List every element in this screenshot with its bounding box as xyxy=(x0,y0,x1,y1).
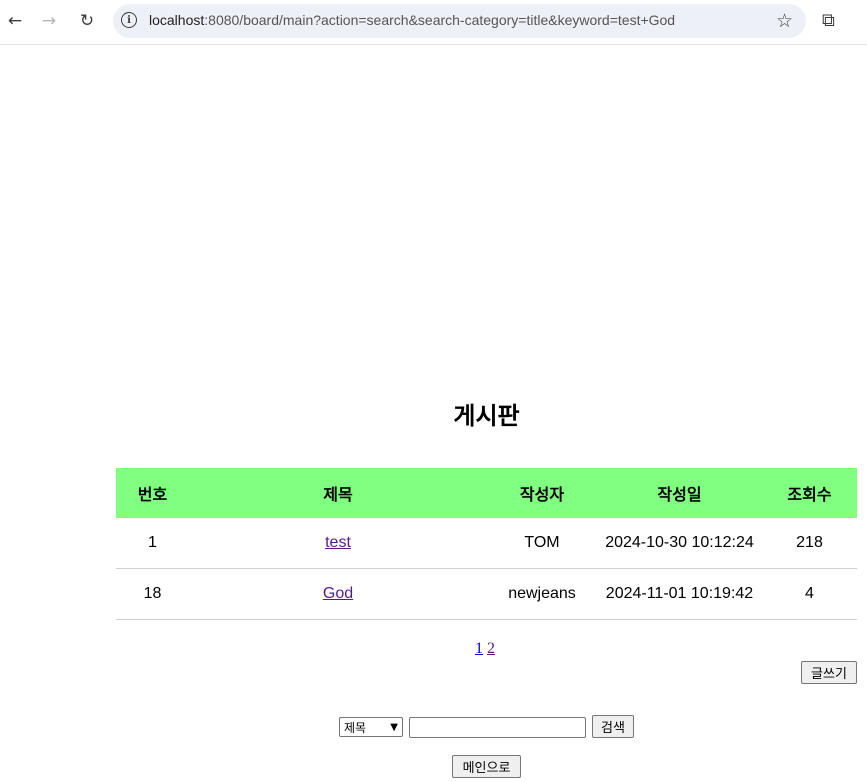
cell-no: 1 xyxy=(116,518,189,569)
board-table: 번호 제목 작성자 작성일 조회수 1 test TOM 2024-10-30 … xyxy=(116,468,857,620)
site-info-icon[interactable]: i xyxy=(121,12,137,28)
column-header-date: 작성일 xyxy=(657,485,702,504)
page-link-2[interactable]: 2 xyxy=(487,640,495,657)
browser-toolbar: ← → ↻ i localhost:8080/board/main?action… xyxy=(0,0,867,45)
cell-author: TOM xyxy=(487,518,597,569)
cell-title: God xyxy=(189,568,487,620)
table-header-row: 번호 제목 작성자 작성일 조회수 xyxy=(116,468,857,518)
cell-author: newjeans xyxy=(487,568,597,620)
chevron-down-icon: ▼ xyxy=(390,721,398,733)
write-button[interactable]: 글쓰기 xyxy=(801,661,857,684)
column-header-author: 작성자 xyxy=(519,485,565,504)
page-link-1[interactable]: 1 xyxy=(475,640,483,657)
search-category-value: 제목 xyxy=(344,720,367,735)
column-header-no: 번호 xyxy=(137,485,168,504)
go-main-button[interactable]: 메인으로 xyxy=(452,755,521,778)
search-category-select[interactable]: 제목 ▼ xyxy=(339,717,403,737)
post-title-link[interactable]: God xyxy=(323,585,353,602)
pagination: 12 xyxy=(475,640,499,658)
url-path: :8080/board/main?action=search&search-ca… xyxy=(204,12,676,28)
cell-title: test xyxy=(189,518,487,569)
cell-views: 218 xyxy=(762,518,857,569)
cell-views: 4 xyxy=(762,568,857,620)
back-arrow-icon[interactable]: ← xyxy=(4,10,26,32)
forward-arrow-icon[interactable]: → xyxy=(38,10,60,32)
reload-icon[interactable]: ↻ xyxy=(76,10,98,32)
extensions-icon[interactable]: ⧉ xyxy=(822,10,844,32)
address-bar[interactable]: i localhost:8080/board/main?action=searc… xyxy=(113,4,806,38)
search-button[interactable]: 검색 xyxy=(592,715,634,738)
search-input[interactable] xyxy=(409,717,586,738)
url-host: localhost xyxy=(149,12,205,28)
cell-date: 2024-10-30 10:12:24 xyxy=(597,518,762,569)
table-row: 1 test TOM 2024-10-30 10:12:24 218 xyxy=(116,518,857,569)
post-title-link[interactable]: test xyxy=(325,534,351,551)
page-title: 게시판 xyxy=(453,402,520,430)
table-row: 18 God newjeans 2024-11-01 10:19:42 4 xyxy=(116,568,857,620)
cell-date: 2024-11-01 10:19:42 xyxy=(597,568,762,620)
column-header-title: 제목 xyxy=(323,485,353,504)
column-header-views: 조회수 xyxy=(787,485,832,504)
bookmark-star-icon[interactable]: ☆ xyxy=(776,10,793,32)
cell-no: 18 xyxy=(116,568,189,620)
url-text[interactable]: localhost:8080/board/main?action=search&… xyxy=(149,12,675,28)
